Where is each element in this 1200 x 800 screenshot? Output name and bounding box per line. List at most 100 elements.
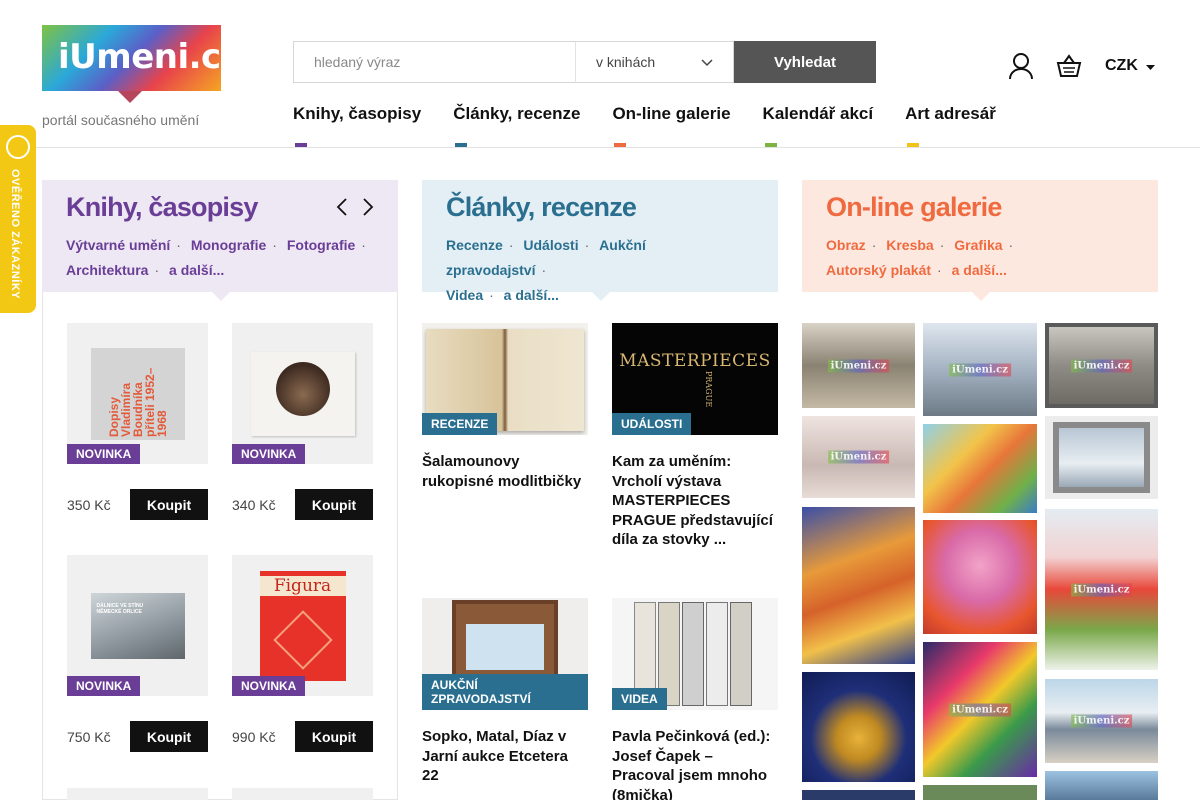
books-carousel-controls	[336, 198, 374, 221]
buy-button[interactable]: Koupit	[130, 489, 208, 520]
book-purchase-row: 340 Kč Koupit	[232, 489, 373, 520]
nav-accent-bar	[295, 143, 307, 147]
tag-link[interactable]: Fotografie	[287, 237, 355, 253]
gallery-artwork[interactable]: iUmeni.cz	[923, 642, 1037, 777]
buy-button[interactable]: Koupit	[130, 721, 208, 752]
chevron-right-icon[interactable]	[362, 198, 374, 221]
article-card[interactable]: VIDEA Pavla Pečinková (ed.): Josef Čapek…	[612, 598, 778, 800]
gallery-header: On-line galerie Obraz · Kresba · Grafika · …	[802, 180, 1158, 301]
gallery-artwork[interactable]	[923, 424, 1037, 513]
gallery-section: On-line galerie Obraz · Kresba · Grafika · …	[802, 180, 1158, 301]
tag-link[interactable]: a další...	[169, 262, 224, 278]
book-cover[interactable]: DÁLNICE VE STÍNU NĚMECKÉ ORLICE NOVINKA	[67, 555, 208, 696]
tag-link[interactable]: Obraz	[826, 237, 866, 253]
gallery-artwork[interactable]: iUmeni.cz	[1045, 509, 1158, 670]
book-cover[interactable]: Dopisy Vladimíra Boudníka příteli 1952–1…	[67, 323, 208, 464]
article-title[interactable]: Kam za uměním: Vrcholí výstava MASTERPIE…	[612, 452, 778, 550]
gallery-artwork[interactable]: iUmeni.cz	[1045, 323, 1158, 408]
tag-link[interactable]: Kresba	[886, 237, 933, 253]
book-spine	[730, 602, 752, 706]
book-card: Dopisy Vladimíra Boudníka příteli 1952–1…	[67, 323, 208, 520]
article-card[interactable]: AUKČNÍ ZPRAVODAJSTVÍ Sopko, Matal, Díaz …	[422, 598, 588, 786]
nav-item-articles[interactable]: Články, recenze	[453, 104, 580, 147]
tag-link[interactable]: Architektura	[66, 262, 148, 278]
nav-item-directory[interactable]: Art adresář	[905, 104, 996, 147]
gallery-artwork[interactable]	[802, 672, 915, 782]
cart-icon[interactable]	[1053, 50, 1085, 82]
nav-item-books[interactable]: Knihy, časopisy	[293, 104, 421, 147]
search-bar: v knihách Vyhledat	[293, 41, 876, 83]
verified-badge[interactable]: OVĚŘENO ZÁKAZNÍKY	[0, 125, 36, 313]
book-card: DÁLNICE VE STÍNU NĚMECKÉ ORLICE NOVINKA …	[67, 555, 208, 752]
site-logo[interactable]: iUmeni.cz portál současného umění	[42, 25, 240, 130]
watermark: iUmeni.cz	[827, 450, 890, 464]
gallery-artwork[interactable]	[923, 785, 1037, 800]
books-title[interactable]: Knihy, časopisy	[66, 192, 374, 223]
book-cover[interactable]: Figura NOVINKA	[232, 555, 373, 696]
search-input[interactable]	[293, 41, 575, 83]
watermark: iUmeni.cz	[1070, 583, 1133, 596]
books-section: Knihy, časopisy Výtvarné umění · Monograf…	[42, 180, 398, 301]
gallery-artwork[interactable]: iUmeni.cz	[802, 416, 915, 498]
buy-button[interactable]: Koupit	[295, 721, 373, 752]
watermark: iUmeni.cz	[1070, 714, 1133, 728]
book-price: 340 Kč	[232, 496, 276, 513]
seal-icon	[6, 135, 30, 159]
gallery-artwork[interactable]	[923, 520, 1037, 634]
gallery-tags: Obraz · Kresba · Grafika · Autorský plakát ·…	[826, 237, 1014, 278]
articles-section: Články, recenze Recenze · Události · Aukčn…	[422, 180, 778, 303]
search-button[interactable]: Vyhledat	[734, 41, 876, 83]
articles-title[interactable]: Články, recenze	[446, 192, 754, 223]
new-badge: NOVINKA	[232, 444, 306, 464]
book-cover-partial[interactable]	[232, 788, 373, 800]
header-pointer	[592, 292, 610, 301]
article-card[interactable]: RECENZE Šalamounovy rukopisné modlitbičk…	[422, 323, 588, 491]
gallery-artwork[interactable]	[1045, 771, 1158, 800]
book-cover-art: Figura	[259, 570, 346, 681]
tag-link[interactable]: Výtvarné umění	[66, 237, 170, 253]
tag-link[interactable]: Autorský plakát	[826, 262, 931, 278]
gallery-artwork[interactable]	[802, 790, 915, 800]
gallery-title[interactable]: On-line galerie	[826, 192, 1134, 223]
book-cover[interactable]: NOVINKA	[232, 323, 373, 464]
logo-subtitle: portál současného umění	[42, 112, 200, 128]
nav-item-gallery[interactable]: On-line galerie	[612, 104, 731, 147]
tag-link[interactable]: Recenze	[446, 237, 503, 253]
nav-label: Art adresář	[905, 104, 996, 123]
gallery-artwork[interactable]: iUmeni.cz	[802, 323, 915, 408]
chevron-left-icon[interactable]	[336, 198, 348, 221]
header-actions: CZK	[1005, 50, 1155, 82]
logo-text: iUmeni.cz	[58, 37, 240, 77]
caret-down-icon	[1145, 57, 1155, 75]
book-cover-art	[250, 351, 355, 436]
nav-item-calendar[interactable]: Kalendář akcí	[763, 104, 873, 147]
user-icon[interactable]	[1005, 50, 1037, 82]
book-purchase-row: 750 Kč Koupit	[67, 721, 208, 752]
tag-link[interactable]: Grafika	[954, 237, 1002, 253]
search-scope-select[interactable]: v knihách	[575, 41, 734, 83]
article-title[interactable]: Šalamounovy rukopisné modlitbičky	[422, 452, 588, 491]
article-title[interactable]: Pavla Pečinková (ed.): Josef Čapek – Pra…	[612, 727, 778, 800]
new-badge: NOVINKA	[67, 444, 141, 464]
book-cover-partial[interactable]	[67, 788, 208, 800]
currency-switcher[interactable]: CZK	[1105, 57, 1155, 75]
tag-link[interactable]: Videa	[446, 287, 483, 303]
gallery-artwork[interactable]: iUmeni.cz	[923, 323, 1037, 416]
gallery-artwork[interactable]	[802, 507, 915, 664]
tag-link[interactable]: Události	[523, 237, 578, 253]
gallery-artwork[interactable]	[1045, 416, 1158, 499]
site-header: iUmeni.cz portál současného umění v knih…	[0, 0, 1200, 148]
article-title[interactable]: Sopko, Matal, Díaz v Jarní aukce Etceter…	[422, 727, 588, 786]
book-price: 750 Kč	[67, 728, 111, 745]
tag-link[interactable]: a další...	[504, 287, 559, 303]
nav-label: On-line galerie	[612, 104, 731, 123]
artwork-canvas	[1059, 428, 1144, 487]
article-category: AUKČNÍ ZPRAVODAJSTVÍ	[422, 674, 588, 710]
article-card[interactable]: MASTERPIECES PRAGUE UDÁLOSTI Kam za uměn…	[612, 323, 778, 550]
header-pointer	[972, 292, 990, 301]
buy-button[interactable]: Koupit	[295, 489, 373, 520]
book-cover-text: Figura	[259, 575, 346, 596]
tag-link[interactable]: Monografie	[191, 237, 266, 253]
tag-link[interactable]: a další...	[952, 262, 1007, 278]
gallery-artwork[interactable]: iUmeni.cz	[1045, 679, 1158, 763]
